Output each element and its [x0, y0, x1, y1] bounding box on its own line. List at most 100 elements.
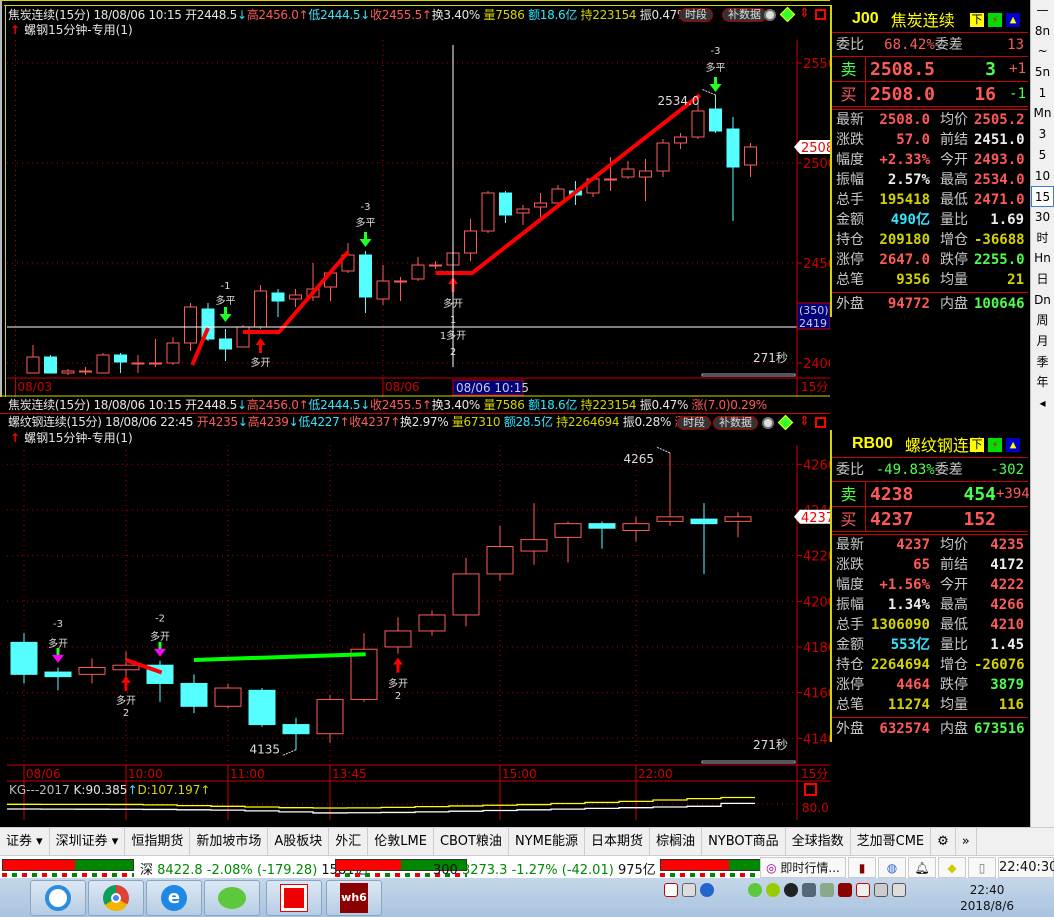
- ask-row[interactable]: 卖 4238 454 +394: [832, 482, 1030, 507]
- bottom-candlestick-chart[interactable]: 426042404220420041804160414008/0610:0011…: [0, 0, 830, 827]
- tray-usb-icon[interactable]: [820, 883, 834, 897]
- period-button[interactable]: 月: [1031, 331, 1054, 352]
- delta: +394: [996, 486, 1030, 502]
- indicator-maximize-icon[interactable]: [804, 783, 817, 796]
- market-tab[interactable]: 证券 ▾: [0, 828, 50, 856]
- market-tab[interactable]: 深圳证券 ▾: [50, 828, 126, 856]
- market-tab[interactable]: ⚙: [931, 828, 956, 856]
- market-tab[interactable]: CBOT粮油: [434, 828, 509, 856]
- candle[interactable]: [690, 503, 718, 574]
- download-icon[interactable]: 下: [970, 438, 984, 452]
- market-tab[interactable]: 日本期货: [585, 828, 651, 856]
- lightning-icon[interactable]: ⚡: [988, 438, 1002, 452]
- candle[interactable]: [10, 633, 38, 684]
- ask-row[interactable]: 卖 2508.5 3 +1: [832, 57, 1028, 82]
- bid-row[interactable]: 买 4237 152: [832, 507, 1028, 532]
- candle[interactable]: [486, 525, 514, 581]
- period-button[interactable]: 1: [1031, 83, 1054, 104]
- market-tab[interactable]: »: [956, 828, 977, 856]
- candle[interactable]: [248, 688, 276, 727]
- period-button[interactable]: 10: [1031, 166, 1054, 187]
- market-tab[interactable]: 恒指期货: [125, 828, 191, 856]
- period-button[interactable]: Dn: [1031, 290, 1054, 311]
- candle[interactable]: [350, 633, 378, 702]
- taskbar-app-chrome[interactable]: [88, 880, 144, 916]
- tray-network-icon[interactable]: [874, 883, 888, 897]
- tray-plus-icon[interactable]: [766, 883, 780, 897]
- label: 均价: [940, 537, 968, 553]
- bid-row[interactable]: 买 2508.0 16 -1: [832, 82, 1028, 107]
- bell-icon[interactable]: 🔔︎: [908, 857, 936, 878]
- value: 1.45: [990, 637, 1024, 653]
- period-button[interactable]: 5: [1031, 145, 1054, 166]
- period-button[interactable]: —: [1031, 0, 1054, 21]
- taskbar-app-browser[interactable]: [30, 880, 86, 916]
- taskbar-app-wechat[interactable]: [204, 880, 260, 916]
- tray-flag-icon[interactable]: [856, 883, 870, 897]
- tray-wechat-icon[interactable]: [748, 883, 762, 897]
- value: -26076: [974, 657, 1025, 673]
- collapse-icon[interactable]: ▲: [1006, 13, 1020, 27]
- globe-icon[interactable]: ◍: [878, 857, 906, 878]
- candle[interactable]: [656, 452, 684, 526]
- database-icon[interactable]: ▮: [848, 857, 876, 878]
- tray-qq-icon[interactable]: [784, 883, 798, 897]
- tray-doc-icon[interactable]: [664, 883, 678, 897]
- tray-help-icon[interactable]: [700, 883, 714, 897]
- period-button[interactable]: Mn: [1031, 103, 1054, 124]
- tray-volume-icon[interactable]: [892, 883, 906, 897]
- period-button[interactable]: 30: [1031, 207, 1054, 228]
- period-button[interactable]: ◂: [1031, 393, 1054, 414]
- taskbar-app-wh6[interactable]: wh6: [326, 880, 382, 916]
- period-button[interactable]: 5n: [1031, 62, 1054, 83]
- candle[interactable]: [384, 617, 412, 654]
- market-tab[interactable]: 全球指数: [786, 828, 851, 856]
- candle[interactable]: [520, 503, 548, 565]
- period-button[interactable]: 8n: [1031, 21, 1054, 42]
- index-csi300[interactable]: 300 3273.3 -1.27% (-42.01) 975亿: [433, 859, 656, 878]
- candle[interactable]: [724, 512, 752, 538]
- market-tab[interactable]: NYME能源: [509, 828, 586, 856]
- candle[interactable]: [452, 557, 480, 627]
- tray-wh6-icon[interactable]: [838, 883, 852, 897]
- candle[interactable]: [44, 667, 72, 691]
- candle[interactable]: [282, 717, 310, 750]
- period-button[interactable]: 周: [1031, 310, 1054, 331]
- market-tab[interactable]: 伦敦LME: [368, 828, 434, 856]
- market-tab[interactable]: NYBOT商品: [702, 828, 786, 856]
- index-shenzhen[interactable]: 深 8422.8 -2.08% (-179.28) 1581亿: [140, 859, 368, 878]
- period-button[interactable]: Hn: [1031, 248, 1054, 269]
- market-tab[interactable]: 新加坡市场: [190, 828, 269, 856]
- candle[interactable]: [554, 521, 582, 563]
- realtime-quote-button[interactable]: ◎ 即时行情...: [760, 857, 846, 878]
- market-tab[interactable]: 芝加哥CME: [851, 828, 932, 856]
- candle[interactable]: [588, 521, 616, 549]
- period-button[interactable]: 时: [1031, 228, 1054, 249]
- candle[interactable]: [418, 610, 446, 636]
- market-tab[interactable]: A股板块: [268, 828, 330, 856]
- device-icon[interactable]: ▯: [968, 857, 996, 878]
- tray-keyboard-icon[interactable]: [682, 883, 696, 897]
- collapse-icon[interactable]: ▲: [1006, 438, 1020, 452]
- taskbar-clock[interactable]: 22:40 2018/8/6: [960, 882, 1014, 914]
- period-button[interactable]: 季: [1031, 352, 1054, 373]
- candle[interactable]: [78, 658, 106, 684]
- download-icon[interactable]: 下: [970, 13, 984, 27]
- taskbar-app-editor[interactable]: [266, 880, 322, 916]
- period-button[interactable]: 年: [1031, 372, 1054, 393]
- trendline[interactable]: [193, 652, 366, 662]
- candle[interactable]: [180, 674, 208, 714]
- tray-network-app-icon[interactable]: [802, 883, 816, 897]
- candle[interactable]: [622, 516, 650, 542]
- candle[interactable]: [316, 694, 344, 743]
- candle[interactable]: [214, 683, 242, 709]
- period-button[interactable]: 15: [1031, 186, 1054, 207]
- period-button[interactable]: 日: [1031, 269, 1054, 290]
- market-tab[interactable]: 外汇: [329, 828, 369, 856]
- period-button[interactable]: 3: [1031, 124, 1054, 145]
- lightning-icon[interactable]: ⚡: [988, 13, 1002, 27]
- period-button[interactable]: ~: [1031, 41, 1054, 62]
- taskbar-app-ie[interactable]: e: [146, 880, 202, 916]
- market-tab[interactable]: 棕榈油: [650, 828, 703, 856]
- diamond-tool-icon[interactable]: ◆: [938, 857, 966, 878]
